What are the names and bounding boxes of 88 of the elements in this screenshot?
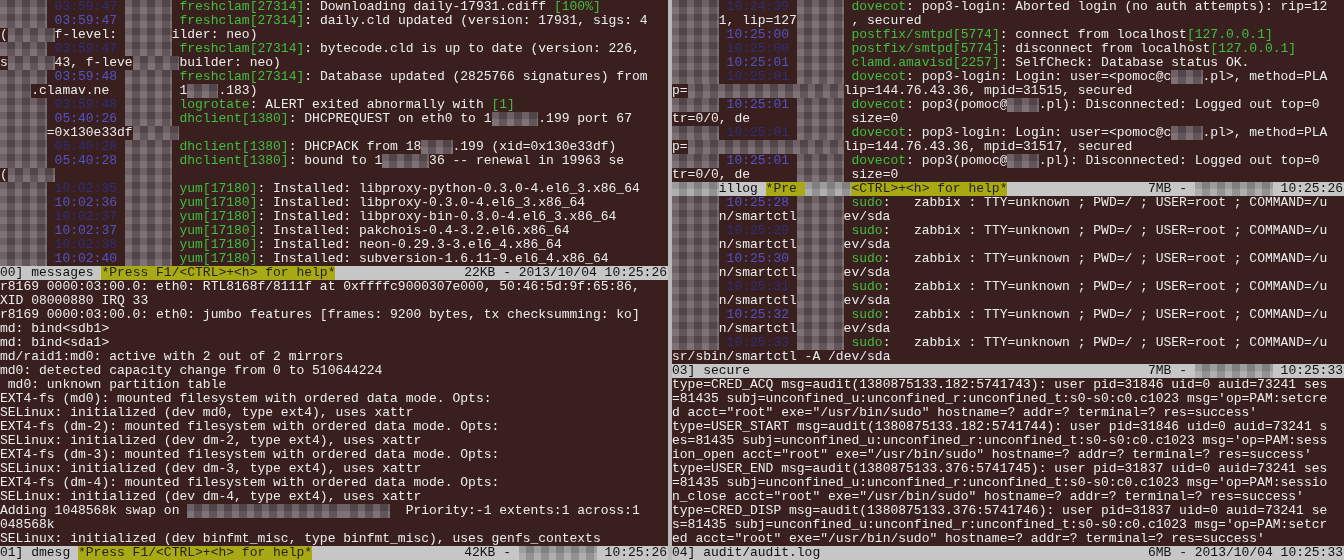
- log-line: 10:25:00 postfix/smtpd[5774]: connect from localhost[127.0.0.1]: [672, 28, 1273, 42]
- log-line: md0: detected capacity change from 0 to 510644224: [0, 364, 383, 378]
- log-line: tr=0/0, de size=0: [672, 168, 899, 182]
- log-line: r8169 0000:03:00.0: eth0: RTL8168f/8111f at 0xffffc9000307e000, 50:46:5d:9f:65:86,: [0, 280, 640, 294]
- log-line: n/smartctl ev/sda: [672, 210, 891, 224]
- log-line: =81435 subj=unconfined_u:unconfined_r:unconfined_t:s0-s0:c0.c1023 msg='op=PAM:setcre: [672, 392, 1328, 406]
- log-line: 10:02:37 yum[17180]: Installed: pakchois-0.4-3.2.el6.x86_64: [0, 224, 570, 238]
- log-line: XID 08000880 IRQ 33: [0, 294, 149, 308]
- log-line: EXT4-fs (dm-4): mounted filesystem with ordered data mode. Opts:: [0, 476, 500, 490]
- log-line: 03:59:48 logrotate: ALERT exited abnormally with [1]: [0, 98, 515, 112]
- log-line: md: bind<sda1>: [0, 336, 110, 350]
- log-line: 10:25:01 dovecot: pop3(pomoc@ .pl): Disconnected: Logged out top=0: [672, 154, 1320, 168]
- log-line: 10:25:32 sudo: zabbix : TTY=unknown ; PWD=/ ; USER=root ; COMMAND=/u: [672, 308, 1328, 322]
- log-line: 1, lip=127 , secured: [672, 14, 922, 28]
- log-line: 10:25:01 clamd.amavisd[2257]: SelfCheck: Database status OK.: [672, 56, 1250, 70]
- log-line: md/raid1:md0: active with 2 out of 2 mirrors: [0, 350, 344, 364]
- pane-title: 00] messages: [0, 266, 94, 280]
- log-line: 10:25:33 sudo: zabbix : TTY=unknown ; PWD=/ ; USER=root ; COMMAND=/u: [672, 336, 1328, 350]
- help-hint: *Press F1/<CTRL>+<h> for help*: [101, 266, 336, 280]
- log-line: n/smartctl ev/sda: [672, 322, 891, 336]
- pane-title: 04] audit/audit.log: [672, 546, 821, 560]
- log-line: s=81435 subj=unconfined_u:unconfined_r:unconfined_t:s0-s0:c0.c1023 msg='op=PAM:setcr: [672, 518, 1328, 532]
- pane-title: 03] secure: [672, 364, 750, 378]
- pane-title: 01] dmesg: [0, 546, 71, 560]
- log-line: 03:59:48 freshclam[27314]: Database updated (2825766 signatures) from: [0, 70, 648, 84]
- log-line: 10:02:35 yum[17180]: Installed: libproxy-python-0.3.0-4.el6_3.x86_64: [0, 182, 640, 196]
- log-line: EXT4-fs (dm-2): mounted filesystem with ordered data mode. Opts:: [0, 420, 500, 434]
- log-line: 10:25:29 sudo: zabbix : TTY=unknown ; PWD=/ ; USER=root ; COMMAND=/u: [672, 224, 1328, 238]
- log-line: =81435 subj=unconfined_u:unconfined_r:unconfined_t:s0-s0:c0.c1023 msg='op=PAM:sessio: [672, 476, 1328, 490]
- log-line: SELinux: initialized (dev dm-3, type ext4), uses xattr: [0, 462, 422, 476]
- log-line: 10:02:36 yum[17180]: Installed: libproxy-0.3.0-4.el6_3.x86_64: [0, 196, 586, 210]
- log-line: type=CRED_ACQ msg=audit(1380875133.182:5741743): user pid=31846 uid=0 auid=73241 ses: [672, 378, 1328, 392]
- log-line: 10:25:31 sudo: zabbix : TTY=unknown ; PWD=/ ; USER=root ; COMMAND=/u: [672, 280, 1328, 294]
- log-line: type=USER_START msg=audit(1380875133.182:5741744): user pid=31846 uid=0 auid=73241 s: [672, 420, 1328, 434]
- log-line: 05:40:28 dhclient[1380]: bound to 1 36 -- renewal in 19963 se: [0, 154, 625, 168]
- log-line: .clamav.ne 1 .183): [0, 84, 258, 98]
- log-line: n/smartctl ev/sda: [672, 238, 891, 252]
- file-info: 6MB - 2013/10/04 10:25:33: [1147, 546, 1344, 560]
- log-line: 03:59:47 freshclam[27314]: daily.cld updated (version: 17931, sigs: 4: [0, 14, 648, 28]
- log-line: 05:40:28 dhclient[1380]: DHCPACK from 18 .199 (xid=0x130e33df): [0, 140, 617, 154]
- help-hint: *Pre <CTRL>+<h> for help*: [765, 182, 1008, 196]
- log-line: 10:25:00 postfix/smtpd[5774]: disconnect from localhost[127.0.0.1]: [672, 42, 1297, 56]
- log-line: 03:59:47 freshclam[27314]: bytecode.cld is up to date (version: 226,: [0, 42, 640, 56]
- file-info: 42KB - 10:25:26: [464, 546, 668, 560]
- log-line: 10:25:01 dovecot: pop3-login: Login: user=<pomoc@c .pl>, method=PLA: [672, 126, 1328, 140]
- log-line: ( f-level: ilder: neo): [0, 28, 258, 42]
- file-info: 7MB - 10:25:33: [1147, 364, 1344, 378]
- log-line: md0: unknown partition table: [6, 378, 227, 392]
- log-line: 05:40:26 dhclient[1380]: DHCPREQUEST on eth0 to 1 .199 port 67: [0, 112, 632, 126]
- log-line: Adding 1048568k swap on Priority:-1 extents:1 across:1: [0, 504, 640, 518]
- log-line: p= lip=144.76.43.36, mpid=31517, secured: [672, 140, 1133, 154]
- log-line: SELinux: initialized (dev dm-4, type ext4), uses xattr: [0, 490, 422, 504]
- log-line: 03:59:47 freshclam[27314]: Downloading daily-17931.cdiff [100%]: [0, 0, 601, 14]
- file-info: 22KB - 2013/10/04 10:25:26: [464, 266, 668, 280]
- log-line: n/smartctl ev/sda: [672, 266, 891, 280]
- log-line: ion_open acct="root" exe="/usr/bin/sudo" hostname=? addr=? terminal=? res=success': [672, 448, 1312, 462]
- log-line: tr=0/0, de size=0: [672, 112, 899, 126]
- log-line: =0x130e33df: [0, 126, 180, 140]
- log-line: p= lip=144.76.43.36, mpid=31515, secured: [672, 84, 1133, 98]
- log-line: r8169 0000:03:00.0: eth0: jumbo features [frames: 9200 bytes, tx checksumming: ko]: [0, 308, 640, 322]
- log-line: 048568k: [0, 518, 55, 532]
- log-line: s 43, f-leve builder: neo): [0, 56, 281, 70]
- log-line: type=USER_END msg=audit(1380875133.376:5741745): user pid=31837 uid=0 auid=73241 ses: [672, 462, 1328, 476]
- log-line: 10:02:40 yum[17180]: Installed: subversion-1.6.11-9.el6_4.x86_64: [0, 252, 609, 266]
- file-info: 7MB - 10:25:26: [1147, 182, 1344, 196]
- log-line: SELinux: initialized (dev binfmt_misc, type binfmt_misc), uses genfs_contexts: [0, 532, 601, 546]
- log-line: md: bind<sdb1>: [0, 322, 110, 336]
- log-line: (: [0, 168, 172, 182]
- log-line: ed acct="root" exe="/usr/bin/sudo" hostname=? addr=? terminal=? res=success': [672, 532, 1265, 546]
- pane-title: illog: [672, 182, 758, 196]
- log-line: 10:25:30 sudo: zabbix : TTY=unknown ; PWD=/ ; USER=root ; COMMAND=/u: [672, 252, 1328, 266]
- log-line: SELinux: initialized (dev dm-2, type ext4), uses xattr: [0, 434, 422, 448]
- log-line: EXT4-fs (dm-3): mounted filesystem with ordered data mode. Opts:: [0, 448, 500, 462]
- log-line: 10:24:39 dovecot: pop3-login: Aborted login (no auth attempts): rip=12: [672, 0, 1328, 14]
- log-line: d acct="root" exe="/usr/bin/sudo" hostname=? addr=? terminal=? res=success': [672, 406, 1258, 420]
- log-line: es=81435 subj=unconfined_u:unconfined_r:unconfined_t:s0-s0:c0.c1023 msg='op=PAM:sess: [672, 434, 1328, 448]
- log-line: n_close acct="root" exe="/usr/bin/sudo" hostname=? addr=? terminal=? res=success': [672, 490, 1304, 504]
- log-line: n/smartctl ev/sda: [672, 294, 891, 308]
- log-line: 10:25:01 dovecot: pop3-login: Login: user=<pomoc@c .pl>, method=PLA: [672, 70, 1328, 84]
- log-line: 10:25:01 dovecot: pop3(pomoc@ .pl): Disconnected: Logged out top=0: [672, 98, 1320, 112]
- log-line: sr/sbin/smartctl -A /dev/sda: [672, 350, 891, 364]
- log-line: 10:25:28 sudo: zabbix : TTY=unknown ; PWD=/ ; USER=root ; COMMAND=/u: [672, 196, 1328, 210]
- log-line: 10:02:37 yum[17180]: Installed: libproxy-bin-0.3.0-4.el6_3.x86_64: [0, 210, 617, 224]
- log-line: 10:02:38 yum[17180]: Installed: neon-0.29.3-3.el6_4.x86_64: [0, 238, 562, 252]
- help-hint: *Press F1/<CTRL>+<h> for help*: [78, 546, 313, 560]
- log-line: EXT4-fs (md0): mounted filesystem with ordered data mode. Opts:: [0, 392, 492, 406]
- log-line: SELinux: initialized (dev md0, type ext4), uses xattr: [0, 406, 414, 420]
- log-line: type=CRED_DISP msg=audit(1380875133.376:5741746): user pid=31837 uid=0 auid=73241 se: [672, 504, 1328, 518]
